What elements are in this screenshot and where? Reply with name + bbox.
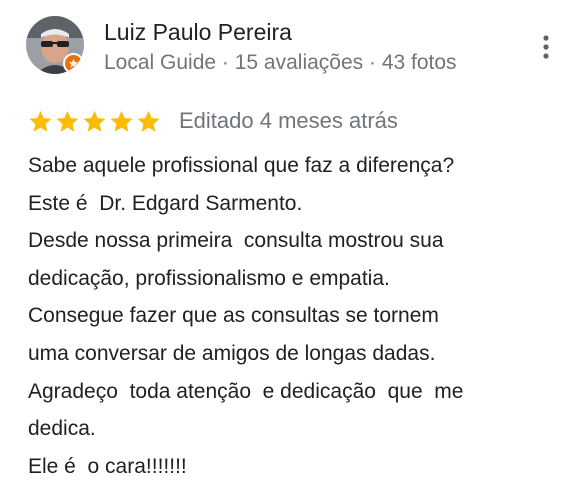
review-text-line: Este é Dr. Edgard Sarmento. bbox=[28, 191, 303, 215]
review-text-line: Consegue fazer que as consultas se torne… bbox=[28, 304, 439, 328]
review-text-line: uma conversar de amigos de longas dadas. bbox=[28, 341, 436, 365]
more-options-button[interactable] bbox=[534, 32, 558, 62]
more-vertical-icon bbox=[543, 35, 549, 59]
star-icon bbox=[29, 110, 52, 132]
review-text-line: Ele é o cara!!!!!!! bbox=[28, 454, 187, 478]
star-icon bbox=[110, 110, 133, 132]
rating-row: Editado 4 meses atrás bbox=[28, 106, 548, 136]
edited-timestamp: Editado 4 meses atrás bbox=[179, 108, 398, 133]
author-avatar[interactable] bbox=[26, 16, 84, 74]
review-text-line: Sabe aquele profissional que faz a difer… bbox=[28, 154, 455, 177]
review-text-line: Desde nossa primeira consulta mostrou su… bbox=[28, 229, 444, 253]
author-name[interactable]: Luiz Paulo Pereira bbox=[104, 18, 292, 46]
star-rating bbox=[28, 109, 161, 134]
star-icon bbox=[56, 110, 79, 132]
author-meta: Local Guide · 15 avaliações · 43 fotos bbox=[104, 51, 457, 74]
local-guide-badge-icon bbox=[63, 53, 84, 74]
star-icon bbox=[83, 110, 106, 132]
review-text-line: Agradeço toda atenção e dedicação que me bbox=[28, 379, 464, 403]
star-icon bbox=[137, 110, 160, 132]
review-text-line: dedicação, profissionalismo e empatia. bbox=[28, 266, 390, 290]
review-header: Luiz Paulo Pereira Local Guide · 15 aval… bbox=[24, 14, 564, 76]
review-text: Sabe aquele profissional que faz a difer… bbox=[28, 147, 584, 485]
review-card: Luiz Paulo Pereira Local Guide · 15 aval… bbox=[0, 0, 586, 493]
review-text-line: dedica. bbox=[28, 417, 96, 441]
